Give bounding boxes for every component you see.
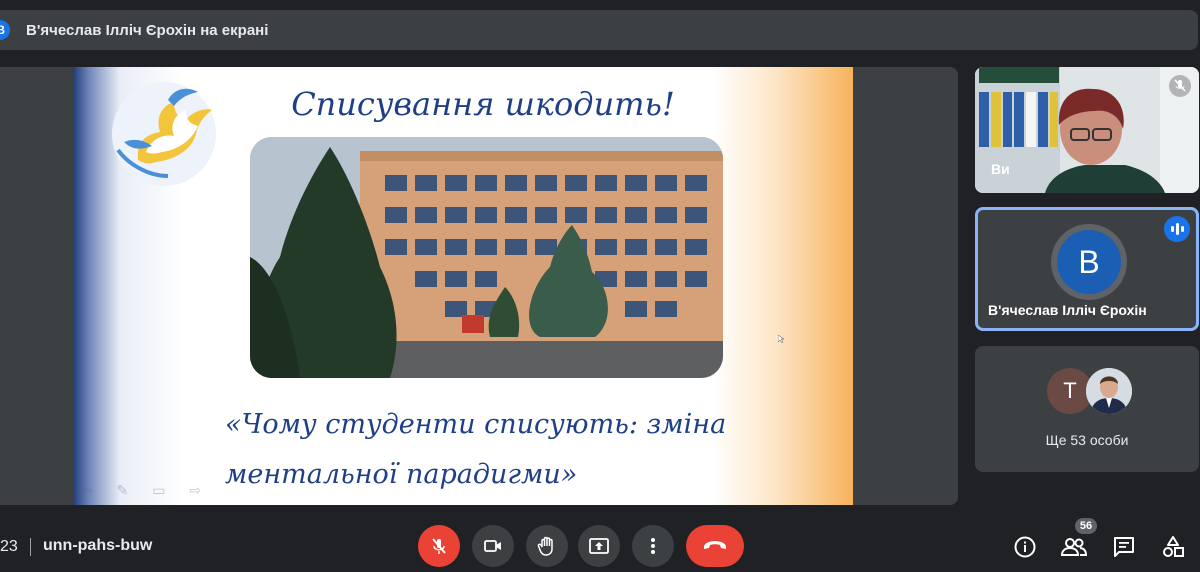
speaker-avatar-letter: В <box>1057 230 1121 294</box>
presenting-bar: В В'ячеслав Ілліч Єрохін на екрані <box>0 10 1198 50</box>
self-name-label: Ви <box>991 161 1010 177</box>
shared-screen-stage: Списування шкодить! «Чому студенти спису… <box>0 67 958 505</box>
meeting-info-button[interactable] <box>1012 534 1038 560</box>
info-icon <box>1014 536 1036 558</box>
presenter-avatar: В <box>0 20 10 40</box>
more-options-button[interactable] <box>632 525 674 567</box>
raise-hand-button[interactable] <box>526 525 568 567</box>
slide-quote: «Чому студенти списують: зміна ментально… <box>225 400 785 500</box>
presentation-slide: Списування шкодить! «Чому студенти спису… <box>73 67 853 505</box>
raise-hand-icon <box>537 536 553 556</box>
divider <box>30 538 31 556</box>
other-participants-tile[interactable]: Т Ще 53 особи <box>975 346 1199 472</box>
slide-quote-line-2: ментальної парадигми» <box>225 459 578 490</box>
more-options-icon <box>651 538 655 554</box>
hang-up-icon <box>704 541 726 549</box>
self-mic-off-icon <box>1169 75 1191 97</box>
people-button[interactable] <box>1061 534 1087 560</box>
bottom-control-bar: 23 unn-pahs-buw 56 <box>0 518 1200 572</box>
speaker-avatar: В <box>1051 224 1127 300</box>
leave-call-button[interactable] <box>686 525 744 567</box>
people-icon <box>1061 538 1087 556</box>
others-count-label: Ще 53 особи <box>1045 432 1129 448</box>
chat-icon <box>1114 537 1134 557</box>
slide-nav-controls[interactable]: ⇦ ✎ ▭ ⇨ <box>81 482 211 499</box>
slide-title: Списування шкодить! <box>291 85 675 123</box>
meeting-code: unn-pahs-buw <box>43 537 153 554</box>
mic-toggle-button[interactable] <box>418 525 460 567</box>
university-building-photo <box>250 137 723 378</box>
activities-button[interactable] <box>1160 534 1186 560</box>
mouse-cursor-icon <box>778 335 784 343</box>
meeting-time: 23 <box>0 538 18 555</box>
self-video-tile[interactable]: Ви <box>975 67 1199 193</box>
present-screen-button[interactable] <box>578 525 620 567</box>
speaking-indicator-icon <box>1164 216 1190 242</box>
mic-off-icon <box>432 538 446 554</box>
participant-avatar-photo <box>1086 368 1132 414</box>
participants-count-badge: 56 <box>1075 518 1097 534</box>
camera-icon <box>484 540 501 552</box>
presenting-title: В'ячеслав Ілліч Єрохін на екрані <box>26 21 269 39</box>
present-screen-icon <box>589 538 609 554</box>
camera-toggle-button[interactable] <box>472 525 514 567</box>
speaker-name-label: В'ячеслав Ілліч Єрохін <box>988 302 1147 318</box>
slide-quote-line-1: «Чому студенти списують: зміна <box>225 409 727 440</box>
activities-icon <box>1163 536 1184 557</box>
speaker-tile[interactable]: В В'ячеслав Ілліч Єрохін <box>975 207 1199 331</box>
chat-button[interactable] <box>1111 534 1137 560</box>
